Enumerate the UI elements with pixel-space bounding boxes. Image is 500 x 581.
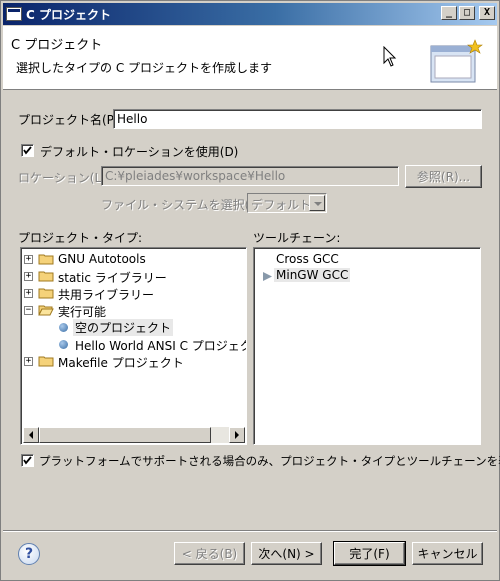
expand-icon[interactable]: +: [24, 357, 33, 366]
tree-item-label: Hello World ANSI C プロジェクト: [75, 339, 247, 353]
tree-item-label: GNU Autotools: [58, 252, 146, 266]
mouse-cursor-icon: [383, 46, 397, 67]
project-types-label: プロジェクト・タイプ:: [18, 231, 143, 245]
toolchain-item-label: Cross GCC: [276, 252, 339, 266]
scroll-right-button[interactable]: [229, 427, 245, 443]
banner-title: C プロジェクト: [11, 38, 103, 53]
folder-icon: [38, 254, 54, 265]
filesystem-select[interactable]: デフォルト: [247, 193, 327, 213]
project-dot-icon: [59, 323, 68, 332]
tree-item-hello-world[interactable]: Hello World ANSI C プロジェクト: [21, 336, 246, 353]
arrow-left-icon: [29, 431, 33, 439]
tree-item-label: 実行可能: [58, 305, 107, 319]
checkmark-icon: [23, 146, 32, 155]
title-bar[interactable]: C プロジェクト _ □ X: [3, 3, 497, 25]
tree-item-label: 共用ライブラリー: [58, 288, 155, 302]
checkmark-icon: [23, 456, 32, 465]
open-folder-icon: [38, 305, 54, 316]
browse-button[interactable]: 参照(R)...: [405, 165, 482, 188]
back-button[interactable]: < 戻る(B): [174, 542, 245, 565]
chevron-down-icon[interactable]: [309, 195, 325, 211]
project-name-label: プロジェクト名(P):: [18, 113, 123, 127]
platform-filter-label: プラットフォームでサポートされる場合のみ、プロジェクト・タイプとツールチェーンを…: [39, 454, 500, 468]
project-dot-icon: [59, 340, 68, 349]
next-button[interactable]: 次へ(N) >: [251, 542, 322, 565]
expand-icon[interactable]: +: [24, 272, 33, 281]
selected-arrow-icon: [263, 272, 272, 281]
tree-item-label: 空のプロジェクト: [73, 319, 174, 336]
collapse-icon[interactable]: −: [24, 306, 33, 315]
filesystem-label: ファイル・システムを選択(Y):: [101, 198, 266, 212]
tree-item-empty-project[interactable]: 空のプロジェクト: [21, 319, 246, 336]
maximize-button[interactable]: □: [459, 6, 475, 20]
toolchain-item-cross-gcc[interactable]: Cross GCC: [254, 251, 480, 268]
folder-icon: [38, 271, 54, 282]
use-default-location-label: デフォルト・ロケーションを使用(D): [40, 145, 239, 159]
tree-item-label: static ライブラリー: [58, 271, 167, 285]
window-controls: _ □ X: [441, 6, 495, 20]
expand-icon[interactable]: +: [24, 255, 33, 264]
wizard-banner: C プロジェクト 選択したタイプの C プロジェクトを作成します: [3, 26, 497, 90]
project-types-tree[interactable]: + GNU Autotools + static ライブラリー + 共用ライブラ…: [20, 247, 247, 445]
close-button[interactable]: X: [479, 6, 495, 20]
location-input[interactable]: C:¥pleiades¥workspace¥Hello: [101, 166, 399, 186]
toolchains-list[interactable]: Cross GCC MinGW GCC: [253, 247, 481, 445]
platform-filter-checkbox[interactable]: [21, 454, 34, 467]
use-default-location-checkbox[interactable]: [21, 144, 34, 157]
location-label: ロケーション(L):: [18, 171, 110, 185]
filesystem-value: デフォルト: [251, 198, 312, 212]
cancel-button[interactable]: キャンセル: [412, 542, 483, 565]
wizard-graphic-icon: [430, 39, 483, 83]
toolchain-item-label: MinGW GCC: [274, 268, 351, 282]
toolchain-item-mingw-gcc[interactable]: MinGW GCC: [254, 268, 480, 285]
banner-description: 選択したタイプの C プロジェクトを作成します: [16, 61, 273, 75]
scroll-thumb[interactable]: [39, 427, 211, 443]
tree-item-gnu-autotools[interactable]: + GNU Autotools: [21, 251, 246, 268]
footer-separator: [3, 530, 497, 532]
horizontal-scrollbar[interactable]: [23, 427, 245, 443]
tree-item-label: Makefile プロジェクト: [58, 356, 184, 370]
dialog-window: C プロジェクト _ □ X C プロジェクト 選択したタイプの C プロジェク…: [0, 0, 500, 581]
tree-item-executable[interactable]: − 実行可能: [21, 302, 246, 319]
window-title: C プロジェクト: [26, 7, 111, 22]
scroll-left-button[interactable]: [23, 427, 39, 443]
project-name-input[interactable]: Hello: [113, 109, 482, 129]
expand-icon[interactable]: +: [24, 289, 33, 298]
tree-item-shared-library[interactable]: + 共用ライブラリー: [21, 285, 246, 302]
tree-item-makefile-project[interactable]: + Makefile プロジェクト: [21, 353, 246, 370]
arrow-right-icon: [235, 431, 239, 439]
help-icon[interactable]: ?: [18, 543, 40, 565]
toolchains-label: ツールチェーン:: [253, 231, 341, 245]
window-icon: [6, 7, 22, 21]
folder-icon: [38, 288, 54, 299]
folder-icon: [38, 356, 54, 367]
minimize-button[interactable]: _: [441, 6, 457, 20]
tree-item-static-library[interactable]: + static ライブラリー: [21, 268, 246, 285]
finish-button[interactable]: 完了(F): [333, 541, 406, 566]
